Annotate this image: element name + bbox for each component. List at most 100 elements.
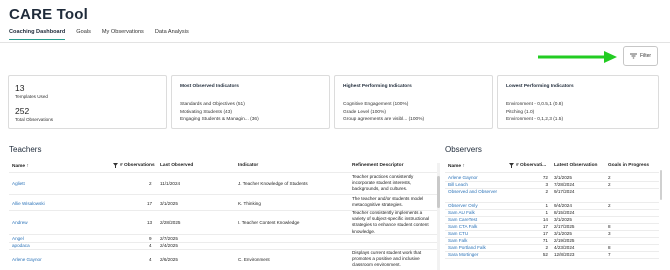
observer-goals: 3: [608, 231, 611, 236]
table-row[interactable]: Sam Portland Falk 2 4/23/2024 8: [445, 244, 659, 251]
observer-name[interactable]: Sam CTU: [448, 231, 468, 236]
table-row[interactable]: Sam CTU 17 3/1/2025 3: [445, 230, 659, 237]
table-row[interactable]: Agliett 2 11/1/2024 J. Teacher Knowledge…: [9, 174, 437, 196]
obs-col-header-observations[interactable]: # Observati...: [516, 163, 546, 168]
teacher-indicator: I. Teacher Content Knowledge: [238, 220, 300, 225]
most-observed-item: Motivating Students (43): [180, 109, 232, 115]
teacher-name[interactable]: Andrew: [12, 220, 28, 225]
table-row[interactable]: Observed and Observer 2 9/17/2024: [445, 188, 659, 202]
observer-name[interactable]: Sam Portland Falk: [448, 245, 486, 250]
teacher-descriptor: Displays current student work that promo…: [352, 250, 422, 268]
row-divider: [9, 194, 437, 195]
teacher-observations: 17: [147, 201, 153, 206]
most-observed-item: Engaging Students & Managin... (36): [180, 117, 259, 123]
col-header-observations[interactable]: # Observations: [120, 163, 155, 168]
row-divider: [445, 258, 659, 259]
col-filter-icon[interactable]: [113, 163, 118, 170]
observer-latest: 9/17/2024: [554, 189, 575, 194]
table-row[interactable]: Arlene Gaynor 72 3/1/2025 2: [445, 174, 659, 181]
observer-name[interactable]: Bill Leach: [448, 182, 468, 187]
observer-name[interactable]: Observer Only: [448, 203, 478, 208]
teacher-observations: 4: [149, 243, 152, 248]
teacher-observations: 2: [149, 181, 152, 186]
card-totals: 13 Templates Used 252 Total Observations: [8, 75, 167, 129]
observer-name[interactable]: Sam AU Falk: [448, 210, 475, 215]
table-row[interactable]: apodaca 4 2/4/2025: [9, 242, 437, 249]
app-title: CARE Tool: [9, 6, 89, 23]
observer-goals: 2: [608, 182, 611, 187]
observer-latest: 12/8/2023: [554, 252, 575, 257]
highest-item: Cognitive Engagement (100%): [343, 102, 409, 107]
sort-up-icon: ↑: [26, 163, 29, 169]
col-header-name[interactable]: Name ↑: [12, 163, 29, 169]
observer-observations: 3: [545, 182, 548, 187]
templates-label: Templates Used: [15, 93, 48, 99]
observer-observations: 71: [542, 238, 548, 243]
tab-coaching-dashboard[interactable]: Coaching Dashboard: [9, 29, 66, 40]
observer-latest: 7/28/2024: [554, 182, 575, 187]
highest-item: Group agreements are visibl... (100%): [343, 117, 425, 123]
teachers-title: Teachers: [9, 145, 42, 154]
observer-name[interactable]: Sam CTA Falk: [448, 224, 477, 229]
col-header-indicator[interactable]: Indicator: [238, 163, 258, 168]
observer-observations: 1: [545, 203, 548, 208]
observer-latest: 8/15/2024: [554, 210, 575, 215]
table-row[interactable]: Observer Only 1 9/4/2024 2: [445, 202, 659, 209]
lowest-item: Pitching (1.0): [506, 109, 535, 115]
highest-item: Grade Level (100%): [343, 109, 386, 115]
observer-observations: 17: [542, 231, 548, 236]
observers-scroll-thumb[interactable]: [660, 170, 662, 200]
lowest-item: Environment - 0,0.5,1 (0.8): [506, 102, 564, 107]
teacher-name[interactable]: Angel: [12, 236, 24, 241]
teachers-scroll-thumb[interactable]: [437, 176, 440, 208]
table-row[interactable]: Bill Leach 3 7/28/2024 2: [445, 181, 659, 188]
table-row[interactable]: Sara Mortinger 52 12/8/2023 7: [445, 251, 659, 258]
observers-title: Observers: [445, 145, 482, 154]
table-row[interactable]: Andrew 13 2/28/2025 I. Teacher Content K…: [9, 210, 437, 235]
obs-col-filter-icon[interactable]: [509, 163, 514, 170]
tab-my-observations[interactable]: My Observations: [102, 29, 144, 40]
observer-name[interactable]: Observed and Observer: [448, 189, 502, 196]
col-header-name-label: Name: [12, 164, 26, 169]
teachers-header-divider: [9, 172, 437, 173]
teacher-indicator: J. Teacher Knowledge of Students: [238, 181, 308, 186]
most-observed-list: Standards and Objectives (51) Motivating…: [180, 101, 259, 124]
observer-latest: 3/1/2025: [554, 175, 572, 180]
col-header-last-observed[interactable]: Last Observed: [160, 163, 193, 168]
teacher-name[interactable]: Allie Wisalowski: [12, 201, 45, 206]
obs-col-header-name-label: Name: [448, 164, 462, 169]
lowest-item: Environment - 0,1,2,3 (1.5): [506, 117, 564, 123]
col-header-refinement[interactable]: Refinement Descriptor: [352, 163, 403, 168]
table-row[interactable]: Sam CareTest 14 3/1/2025: [445, 216, 659, 223]
annotation-arrow-icon: [538, 51, 617, 63]
main-tabs: Coaching Dashboard Goals My Observations…: [9, 29, 200, 40]
observer-goals: 7: [608, 252, 611, 257]
teacher-observations: 13: [147, 220, 153, 225]
card-most-observed: Most Observed Indicators Standards and O…: [171, 75, 330, 129]
observer-latest: 4/23/2024: [554, 245, 575, 250]
teacher-name[interactable]: Agliett: [12, 181, 25, 186]
observer-name[interactable]: Sam Falk: [448, 238, 467, 243]
table-row[interactable]: Angel 9 2/7/2025: [9, 235, 437, 242]
tab-goals[interactable]: Goals: [76, 29, 91, 40]
obs-col-header-name[interactable]: Name ↑: [448, 163, 465, 169]
teacher-descriptor: Teacher consistently implements a variet…: [352, 210, 430, 234]
table-row[interactable]: Arlene Gaynor 4 2/6/2025 C. Environment …: [9, 249, 437, 270]
observer-name[interactable]: Arlene Gaynor: [448, 175, 478, 180]
filter-button[interactable]: Filter: [623, 46, 658, 66]
obs-col-header-latest[interactable]: Latest Observation: [554, 163, 597, 168]
teacher-last-observed: 2/4/2025: [160, 243, 178, 248]
observer-observations: 52: [542, 252, 548, 257]
observer-name[interactable]: Sam CareTest: [448, 217, 477, 222]
table-row[interactable]: Sam CTA Falk 17 2/17/2025 8: [445, 223, 659, 230]
teacher-name[interactable]: apodaca: [12, 243, 30, 248]
observer-name[interactable]: Sara Mortinger: [448, 252, 478, 257]
observer-goals: 2: [608, 203, 611, 208]
observations-label: Total Observations: [15, 116, 54, 122]
obs-col-header-goals[interactable]: Goals in Progress: [608, 163, 649, 168]
tab-data-analysis[interactable]: Data Analysis: [155, 29, 189, 40]
teacher-name[interactable]: Arlene Gaynor: [12, 257, 42, 262]
table-row[interactable]: Sam Falk 71 2/19/2025: [445, 237, 659, 244]
table-row[interactable]: Sam AU Falk 1 8/15/2024: [445, 209, 659, 216]
highest-title: Highest Performing Indicators: [343, 84, 412, 89]
